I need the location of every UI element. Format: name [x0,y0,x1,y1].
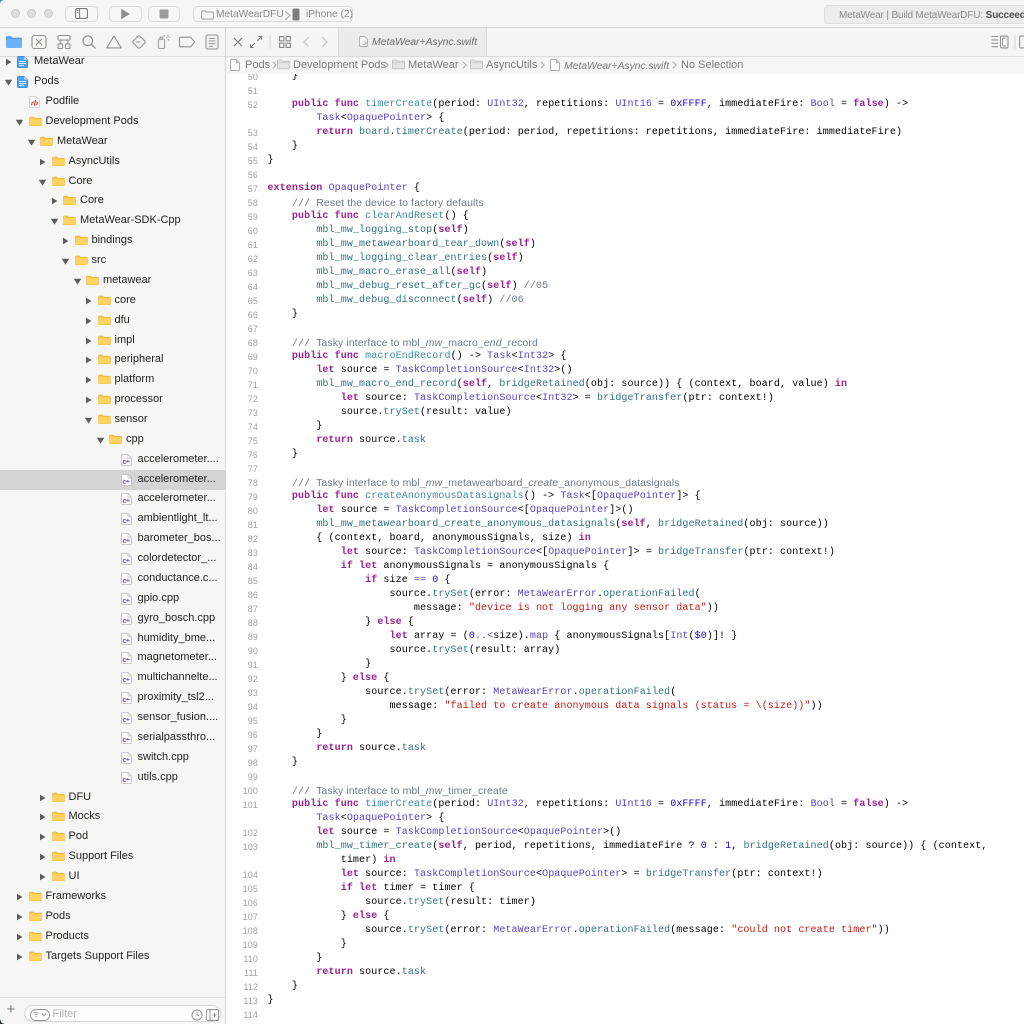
svg-text:c: c [122,755,126,764]
svg-text:rb: rb [31,101,39,108]
svg-text:c: c [122,536,126,545]
svg-text:c: c [122,774,126,783]
svg-text:c: c [122,695,126,704]
svg-text:c: c [122,476,126,485]
svg-text:c: c [122,516,126,525]
svg-text:c: c [122,596,126,605]
svg-text:c: c [122,655,126,664]
svg-text:c: c [122,456,126,465]
svg-text:c: c [122,576,126,585]
svg-text:c: c [122,635,126,644]
svg-text:c: c [122,615,126,624]
svg-text:c: c [122,675,126,684]
svg-text:c: c [122,496,126,505]
svg-text:c: c [122,735,126,744]
svg-text:c: c [122,556,126,565]
svg-text:c: c [122,715,126,724]
